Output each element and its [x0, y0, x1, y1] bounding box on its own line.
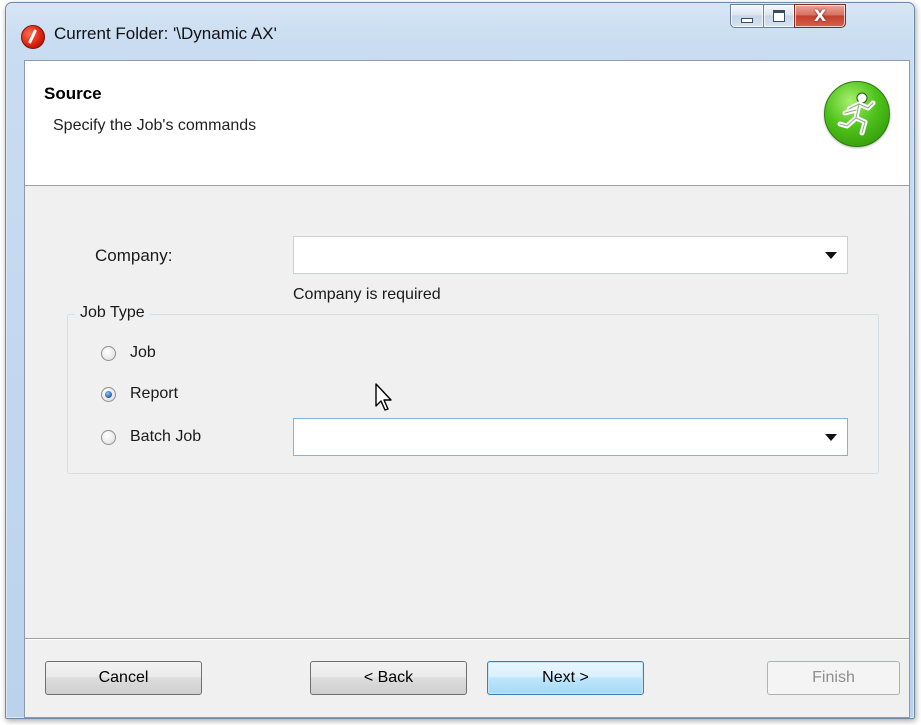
wizard-client-area: Source Specify the Job's commands Compan… [24, 60, 910, 718]
chevron-down-icon[interactable] [825, 434, 837, 441]
minimize-button[interactable] [730, 4, 764, 28]
radio-button-job[interactable] [101, 345, 116, 361]
radio-option-batch-job[interactable]: Batch Job [101, 428, 201, 446]
company-dropdown[interactable] [293, 236, 848, 274]
chevron-down-icon[interactable] [825, 252, 837, 259]
title-bar[interactable]: Current Folder: '\Dynamic AX' X [6, 3, 914, 49]
back-button[interactable]: < Back [310, 661, 467, 695]
company-required-message: Company is required [293, 286, 441, 303]
next-button[interactable]: Next > [487, 661, 644, 695]
app-logo-icon [21, 25, 45, 49]
maximize-button[interactable] [763, 4, 795, 28]
close-icon: X [813, 6, 827, 25]
cancel-button[interactable]: Cancel [45, 661, 202, 695]
footer-divider [25, 638, 909, 640]
radio-label-batch-job: Batch Job [130, 428, 202, 445]
radio-label-report: Report [130, 385, 179, 402]
batch-job-dropdown[interactable] [293, 418, 848, 456]
running-man-icon [824, 81, 890, 147]
finish-button[interactable]: Finish [767, 661, 900, 695]
radio-button-report[interactable] [101, 386, 116, 402]
radio-option-report[interactable]: Report [101, 385, 178, 403]
company-label: Company: [95, 246, 173, 265]
radio-option-job[interactable]: Job [101, 344, 156, 362]
page-subtitle: Specify the Job's commands [53, 117, 257, 134]
radio-button-batch-job[interactable] [101, 429, 116, 445]
job-type-legend: Job Type [75, 304, 150, 322]
radio-label-job: Job [130, 344, 156, 361]
wizard-header: Source Specify the Job's commands [25, 61, 909, 186]
close-button[interactable]: X [794, 4, 846, 28]
page-title: Source [44, 84, 102, 103]
window-title: Current Folder: '\Dynamic AX' [54, 24, 277, 43]
minimize-icon [741, 17, 753, 23]
mouse-pointer-icon [375, 383, 392, 411]
wizard-window: Current Folder: '\Dynamic AX' X Source S… [5, 2, 915, 719]
maximize-icon [773, 10, 785, 22]
